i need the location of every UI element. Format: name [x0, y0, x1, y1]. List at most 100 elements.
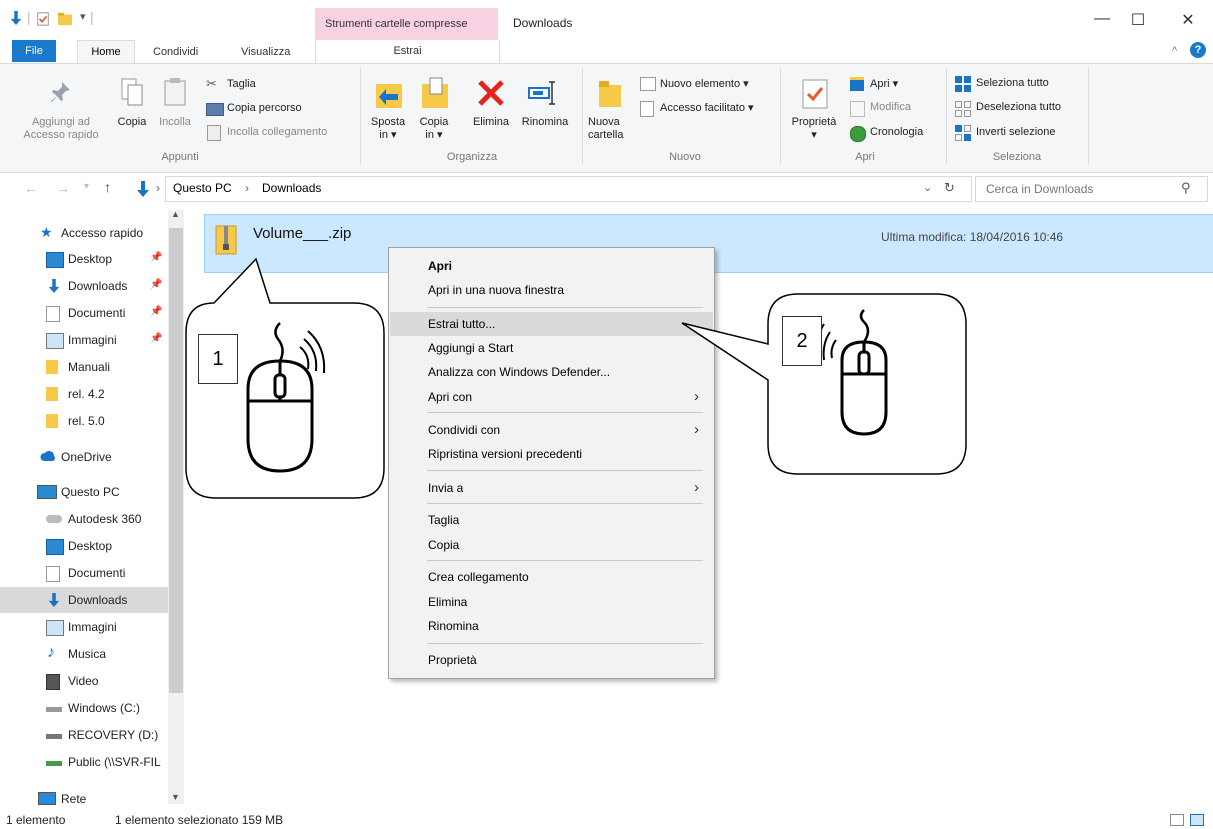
computer-icon [37, 485, 57, 499]
menu-item-delete[interactable]: Elimina [390, 590, 713, 614]
star-icon: ★ [40, 224, 53, 240]
nav-pc-drive-d[interactable]: RECOVERY (D:) [0, 722, 168, 748]
nav-this-pc[interactable]: Questo PC [0, 479, 168, 505]
rename-button[interactable]: Rinomina [516, 116, 574, 129]
address-dropdown-icon[interactable]: ⌄ [923, 181, 932, 194]
properties-arrow-icon[interactable] [9, 11, 23, 25]
nav-pc-documents[interactable]: Documenti [0, 560, 168, 586]
breadcrumb-this-pc[interactable]: Questo PC [173, 181, 232, 195]
history-button[interactable]: Cronologia [870, 126, 923, 138]
menu-item-create-shortcut[interactable]: Crea collegamento [390, 565, 713, 589]
file-name[interactable]: Volume___.zip [253, 225, 351, 242]
copy-path-button[interactable]: Copia percorso [227, 102, 302, 114]
qat-dropdown-icon[interactable]: ▾ [80, 10, 86, 23]
menu-item-pin-start[interactable]: Aggiungi a Start [390, 336, 713, 360]
copy-button[interactable]: Copia [114, 116, 150, 129]
forward-arrow-icon[interactable]: → [56, 180, 70, 196]
nav-quick-access[interactable]: ★ Accesso rapido [0, 220, 168, 246]
minimize-button[interactable]: — [1082, 10, 1122, 28]
paste-button[interactable]: Incolla [156, 116, 194, 129]
menu-item-extract-all[interactable]: Estrai tutto... [390, 312, 713, 336]
ribbon-collapse-icon[interactable]: ^ [1172, 45, 1177, 57]
menu-item-rename[interactable]: Rinomina [390, 614, 713, 638]
ribbon-group-divider [582, 68, 583, 164]
menu-item-label: Apri in una nuova finestra [428, 283, 565, 297]
recent-locations-icon[interactable]: ▾ [84, 181, 89, 192]
nav-onedrive[interactable]: OneDrive [0, 444, 168, 470]
scroll-up-icon[interactable]: ▲ [171, 209, 180, 219]
close-button[interactable]: ✕ [1168, 10, 1208, 30]
new-folder-button[interactable]: Nuova cartella [588, 116, 634, 142]
up-arrow-icon[interactable]: ↑ [104, 179, 111, 195]
menu-item-open[interactable]: Apri [390, 254, 713, 278]
new-item-button[interactable]: Nuovo elemento ▾ [660, 77, 749, 90]
large-icons-view-icon[interactable] [1190, 814, 1204, 826]
copy-path-icon [206, 103, 224, 116]
ribbon-group-divider [1088, 68, 1089, 164]
open-button[interactable]: Apri ▾ [870, 77, 898, 90]
scroll-down-icon[interactable]: ▼ [171, 792, 180, 802]
nav-quick-manuali[interactable]: Manuali [0, 354, 168, 380]
menu-item-send-to[interactable]: Invia a › [390, 476, 713, 500]
menu-item-open-with[interactable]: Apri con › [390, 385, 713, 409]
folder-icon[interactable] [58, 12, 72, 26]
nav-scrollbar-thumb[interactable] [169, 228, 183, 693]
select-all-button[interactable]: Seleziona tutto [976, 77, 1049, 89]
nav-pc-video[interactable]: Video [0, 668, 168, 694]
nav-label: Rete [61, 792, 87, 806]
cut-button[interactable]: Taglia [227, 78, 256, 90]
nav-pc-pictures[interactable]: Immagini [0, 614, 168, 640]
back-arrow-icon[interactable]: ← [24, 180, 38, 196]
nav-quick-rel42[interactable]: rel. 4.2 [0, 381, 168, 407]
menu-item-restore-versions[interactable]: Ripristina versioni precedenti [390, 442, 713, 466]
refresh-icon[interactable]: ↻ [944, 180, 955, 196]
edit-button[interactable]: Modifica [870, 101, 911, 113]
maximize-button[interactable]: ☐ [1118, 10, 1158, 30]
nav-pc-downloads[interactable]: Downloads [0, 587, 168, 613]
menu-item-defender[interactable]: Analizza con Windows Defender... [390, 360, 713, 384]
properties-button[interactable]: Proprietà ▾ [787, 116, 841, 142]
nav-pc-autodesk[interactable]: Autodesk 360 [0, 506, 168, 532]
menu-item-share-with[interactable]: Condividi con › [390, 418, 713, 442]
search-input[interactable]: Cerca in Downloads [986, 182, 1093, 196]
paste-shortcut-button[interactable]: Incolla collegamento [227, 126, 327, 138]
menu-item-copy[interactable]: Copia [390, 533, 713, 557]
nav-label: Documenti [68, 306, 126, 320]
check-doc-icon[interactable] [36, 12, 50, 26]
copy-to-button[interactable]: Copia in ▾ [412, 116, 456, 142]
nav-quick-documents[interactable]: Documenti 📌 [0, 300, 168, 326]
help-icon[interactable]: ? [1190, 42, 1206, 58]
pin-quick-access-button[interactable]: Aggiungi ad Accesso rapido [18, 116, 104, 142]
nav-quick-pictures[interactable]: Immagini 📌 [0, 327, 168, 353]
nav-label: RECOVERY (D:) [68, 728, 159, 742]
search-box[interactable]: Cerca in Downloads ⚲ [975, 176, 1208, 202]
pictures-icon [46, 333, 64, 349]
nav-pc-drive-c[interactable]: Windows (C:) [0, 695, 168, 721]
breadcrumb-downloads[interactable]: Downloads [262, 181, 321, 195]
nav-network[interactable]: Rete [0, 786, 168, 812]
menu-item-cut[interactable]: Taglia [390, 508, 713, 532]
tab-home[interactable]: Home [77, 40, 135, 64]
nav-pc-network-share[interactable]: Public (\\SVR-FIL [0, 749, 168, 775]
nav-pc-music[interactable]: ♪ Musica [0, 641, 168, 667]
delete-button[interactable]: Elimina [467, 116, 515, 129]
tab-view[interactable]: Visualizza [241, 46, 290, 58]
nav-quick-downloads[interactable]: Downloads 📌 [0, 273, 168, 299]
nav-quick-rel50[interactable]: rel. 5.0 [0, 408, 168, 434]
address-bar[interactable]: › Questo PC › Downloads ⌄ ↻ [137, 176, 972, 202]
search-icon[interactable]: ⚲ [1181, 180, 1191, 196]
scissors-icon: ✂ [206, 76, 217, 91]
menu-item-properties[interactable]: Proprietà [390, 648, 713, 672]
details-view-icon[interactable] [1170, 814, 1184, 826]
tab-share[interactable]: Condividi [153, 46, 198, 58]
move-to-button[interactable]: Sposta in ▾ [366, 116, 410, 142]
nav-quick-desktop[interactable]: Desktop 📌 [0, 246, 168, 272]
tab-file[interactable]: File [12, 40, 56, 62]
invert-selection-button[interactable]: Inverti selezione [976, 126, 1056, 138]
menu-item-open-new-window[interactable]: Apri in una nuova finestra [390, 278, 713, 302]
nav-pc-desktop[interactable]: Desktop [0, 533, 168, 559]
easy-access-button[interactable]: Accesso facilitato ▾ [660, 101, 754, 114]
nav-label: Questo PC [61, 485, 120, 499]
tab-extract[interactable]: Estrai [315, 40, 500, 63]
select-none-button[interactable]: Deseleziona tutto [976, 101, 1061, 113]
